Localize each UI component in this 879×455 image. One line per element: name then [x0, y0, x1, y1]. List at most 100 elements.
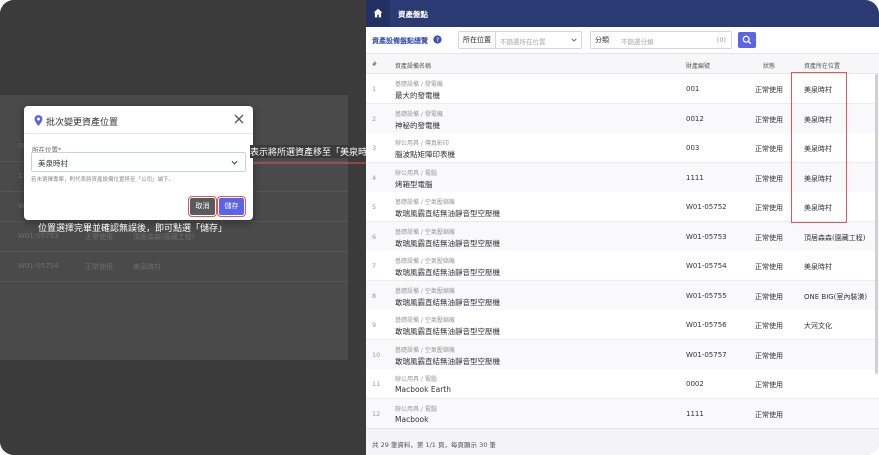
table-row[interactable]: 11 辦公用具 / 電腦 Macbook Earth 0002 正常使用	[366, 369, 879, 399]
row-location: 大河文化	[804, 322, 832, 330]
row-asset-code: W01-05754	[686, 262, 727, 270]
row-status: 正常使用	[755, 204, 783, 212]
row-status: 正常使用	[755, 233, 783, 242]
svg-text:?: ?	[436, 37, 439, 44]
top-nav-bar: 資產盤點	[366, 0, 879, 27]
row-location: 美泉時村	[804, 86, 832, 94]
help-icon[interactable]: ?	[433, 35, 442, 44]
row-asset-code: 1111	[686, 409, 704, 418]
location-help-text: 若未選擇專案，則代表將資產設備位置移至「公司」端下。	[31, 177, 175, 183]
row-category: 基礎設備 / 空氣壓縮機	[395, 287, 455, 295]
row-asset-code: W01-05756	[686, 321, 727, 329]
category-filter-label: 分類	[595, 36, 609, 44]
location-filter-label: 所在位置	[459, 32, 496, 48]
table-row[interactable]: 1 基礎設備 / 發電機 最大的發電機 001 正常使用 美泉時村	[366, 74, 879, 104]
table-row[interactable]: 8 基礎設備 / 空氣壓縮機 敢瑞風霸直結無油靜音型空壓機 W01-05755 正常使用…	[366, 280, 879, 311]
row-category: 基礎設備 / 空氣壓縮機	[395, 228, 455, 236]
table-scrollbar[interactable]	[875, 74, 878, 374]
row-location: 美泉時村	[804, 204, 832, 212]
row-category: 辦公用具 / 電腦	[395, 169, 437, 177]
row-number: 9	[372, 321, 377, 329]
asset-table-body: 1 基礎設備 / 發電機 最大的發電機 001 正常使用 美泉時村 2 基礎設備 / 發電機神…	[366, 74, 879, 428]
row-category: 基礎設備 / 發電機	[395, 110, 443, 118]
overview-title: 資產設備盤點總覽	[372, 37, 428, 45]
row-status: 正常使用	[755, 410, 783, 419]
row-asset-code: 003	[686, 144, 700, 152]
row-status: 正常使用	[755, 292, 783, 301]
table-row[interactable]: 2 基礎設備 / 發電機 神秘的發電機 0012 正常使用 美泉時村	[366, 103, 879, 134]
row-asset-code: 0012	[686, 114, 704, 123]
search-icon	[742, 35, 752, 45]
row-status: 正常使用	[755, 115, 783, 124]
save-instruction-caption: 位置選擇完畢並確認無誤後，即可點選「儲存」	[38, 224, 228, 234]
modal-title: 批次變更資產位置	[46, 118, 119, 128]
table-row[interactable]: 3 辦公用具 / 傳真影印 腦波點矩陣印表機 003 正常使用 美泉時村	[366, 133, 879, 163]
row-asset-name: 最大的發電機	[395, 91, 440, 100]
row-location: 美泉時村	[804, 174, 832, 183]
save-button[interactable]: 儲存	[217, 196, 246, 217]
row-asset-code: 0002	[686, 380, 704, 388]
row-asset-name: 敢瑞風霸直結無油靜音型空壓機	[395, 209, 500, 218]
row-location: 美泉時村	[804, 263, 832, 271]
row-asset-name: 敢瑞風霸直結無油靜音型空壓機	[395, 327, 500, 336]
chevron-down-icon	[571, 38, 577, 42]
row-number: 11	[372, 380, 381, 388]
row-category: 辦公用具 / 電腦	[395, 405, 437, 413]
row-number: 5	[372, 203, 377, 211]
search-button[interactable]	[738, 32, 756, 48]
location-select[interactable]: 美泉時村	[31, 152, 246, 172]
row-number: 6	[372, 232, 377, 241]
table-row[interactable]: 7 基礎設備 / 空氣壓縮機敢瑞風霸直結無油靜音型空壓機 W01-05754 正常使用…	[366, 251, 879, 281]
row-category: 基礎設備 / 發電機	[395, 81, 443, 88]
dimmed-backdrop: 003正常使用美泉時村1111正常使用美泉時村W01-05752正常使用美泉時村…	[0, 0, 366, 455]
row-number: 2	[372, 114, 377, 123]
row-number: 10	[372, 350, 381, 359]
row-number: 7	[372, 262, 377, 270]
row-status: 正常使用	[755, 263, 783, 271]
table-row[interactable]: 12 辦公用具 / 電腦 Macbook 1111 正常使用	[366, 398, 879, 428]
row-number: 1	[372, 85, 377, 93]
table-row[interactable]: 4 辦公用具 / 電腦 烤箱型電腦 1111 正常使用 美泉時村	[366, 162, 879, 193]
row-asset-name: 敢瑞風霸直結無油靜音型空壓機	[395, 268, 500, 277]
row-status: 正常使用	[755, 86, 783, 94]
row-category: 基礎設備 / 空氣壓縮機	[395, 258, 455, 265]
row-category: 基礎設備 / 空氣壓縮機	[395, 317, 455, 324]
page-title: 資產盤點	[398, 10, 428, 19]
row-status: 正常使用	[755, 381, 783, 389]
row-location: ONE BIG(室內裝潢)	[804, 292, 868, 301]
table-row[interactable]: 10 基礎設備 / 空氣壓縮機 敢瑞風霸直結無油靜音型空壓機 W01-05757 正常使…	[366, 339, 879, 370]
location-filter-placeholder: 不篩選所在位置	[500, 38, 546, 46]
row-location: 美泉時村	[804, 115, 832, 124]
home-button[interactable]	[366, 0, 390, 27]
col-status: 狀態	[763, 63, 776, 70]
batch-location-modal: 批次變更資產位置 所在位置* 美泉時村 若未選擇專案，則代表將資產設備位置移至「…	[24, 106, 253, 220]
row-category: 基礎設備 / 空氣壓縮機	[395, 346, 455, 354]
row-asset-code: W01-05753	[686, 232, 727, 241]
row-asset-code: 001	[686, 85, 700, 93]
table-row[interactable]: 6 基礎設備 / 空氣壓縮機 敢瑞風霸直結無油靜音型空壓機 W01-05753 正常使用…	[366, 221, 879, 252]
screenshot-frame: 003正常使用美泉時村1111正常使用美泉時村W01-05752正常使用美泉時村…	[0, 0, 879, 455]
table-row[interactable]: 5 基礎設備 / 空氣壓縮機 敢瑞風霸直結無油靜音型空壓機 W01-05752 正常使用…	[366, 192, 879, 222]
row-number: 12	[372, 409, 381, 418]
modal-header: 批次變更資產位置	[24, 106, 253, 134]
close-icon[interactable]	[233, 113, 245, 125]
row-asset-code: 1111	[686, 173, 704, 182]
row-location: 頂居森森(園藏工程)	[804, 233, 866, 242]
dimmed-bottom	[0, 362, 366, 455]
row-status: 正常使用	[755, 351, 783, 360]
row-status: 正常使用	[755, 145, 783, 153]
asset-inventory-app: 資產盤點 資產設備盤點總覽 ? 所在位置 不篩選所在位置 分類 不篩選分類 (0…	[366, 0, 879, 455]
row-asset-code: W01-05757	[686, 350, 727, 359]
row-number: 3	[372, 144, 377, 152]
location-filter[interactable]: 所在位置 不篩選所在位置	[458, 31, 582, 49]
col-code: 財產編號	[686, 63, 711, 70]
chevron-down-icon	[231, 160, 238, 165]
row-category: 基礎設備 / 空氣壓縮機	[395, 199, 455, 206]
category-filter[interactable]: 分類 不篩選分類 (0)	[590, 31, 732, 49]
cancel-button[interactable]: 取消	[188, 196, 217, 217]
row-status: 正常使用	[755, 174, 783, 183]
table-row[interactable]: 9 基礎設備 / 空氣壓縮機 敢瑞風霸直結無油靜音型空壓機 W01-05756 正常使用…	[366, 310, 879, 340]
home-icon	[373, 8, 383, 18]
row-asset-name: 敢瑞風霸直結無油靜音型空壓機	[395, 297, 500, 307]
row-category: 辦公用具 / 電腦	[395, 376, 437, 383]
